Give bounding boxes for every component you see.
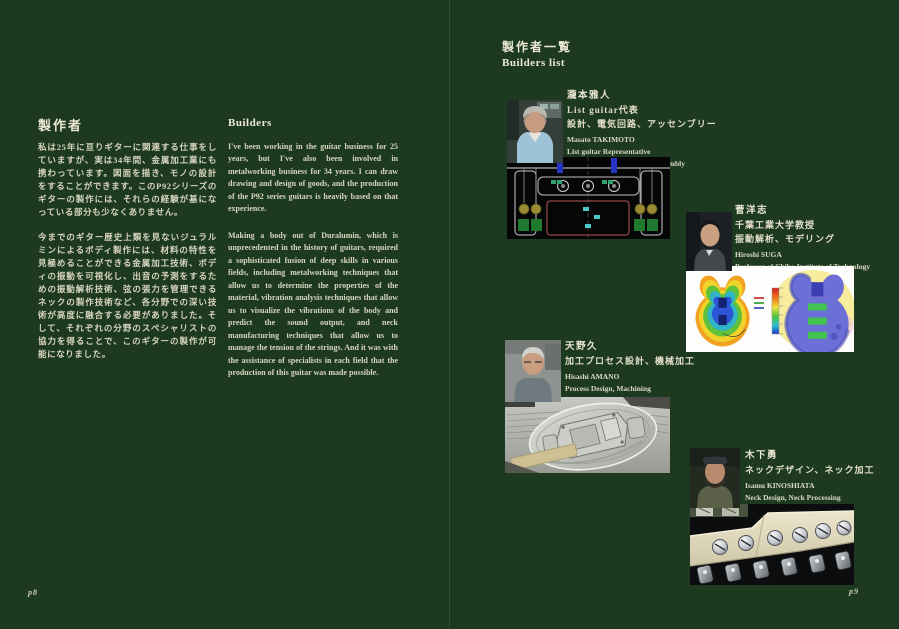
builder-role-jp: 設計、電気回路、アッセンブリー <box>567 117 717 131</box>
builder-name-en: Hiroshi SUGA <box>735 249 870 261</box>
page-gutter-divider <box>449 0 450 629</box>
cnc-machined-aluminum-body-image <box>505 397 670 473</box>
builder-role-jp: ネックデザイン、ネック加工 <box>745 463 874 477</box>
left-page-title-en: Builders <box>228 117 272 129</box>
builders-list-title-en: Builders list <box>502 57 572 69</box>
en-paragraph: I've been working in the guitar business… <box>228 141 398 216</box>
builder-name-jp: 天野久 <box>565 340 695 354</box>
left-japanese-text-column: 私は25年に亘りギターに関連する仕事をしていますが、実は34年間、金属加工業にも… <box>38 141 217 374</box>
portrait-masato-takimoto <box>507 100 563 163</box>
builder-name-jp: 菅洋志 <box>735 204 870 218</box>
builder-name-jp: 木下勇 <box>745 449 874 463</box>
builder-role-jp: 加工プロセス設計、機械加工 <box>565 354 695 368</box>
jp-paragraph: 私は25年に亘りギターに関連する仕事をしていますが、実は34年間、金属加工業にも… <box>38 141 217 218</box>
builders-list-title-jp: 製作者一覧 <box>502 38 572 55</box>
builder-role-jp: 振動解析、モデリング <box>735 232 870 246</box>
guitar-headstock-tuners-image <box>690 504 854 585</box>
builder-role-en: Neck Design, Neck Processing <box>745 492 874 504</box>
builder-name-jp: 瀧本雅人 <box>567 89 717 103</box>
vibration-analysis-heatmap-image <box>686 266 854 352</box>
circuit-board-cad-image <box>507 157 670 239</box>
right-page-number: p9 <box>849 587 859 596</box>
builder-role-jp: List guitar代表 <box>567 103 717 117</box>
right-page-title: 製作者一覧 Builders list <box>502 38 572 69</box>
book-spread: 製作者 私は25年に亘りギターに関連する仕事をしていますが、実は34年間、金属加… <box>0 0 899 629</box>
builder-name-en: Isamu KINOSHIATA <box>745 480 874 492</box>
portrait-hiroshi-suga <box>686 212 732 271</box>
builder-role-en: Process Design, Machining <box>565 383 695 395</box>
builder-info-kinoshiata: 木下勇 ネックデザイン、ネック加工 Isamu KINOSHIATA Neck … <box>745 449 874 504</box>
en-paragraph: Making a body out of Duralumin, which is… <box>228 230 398 380</box>
portrait-isamu-kinoshiata <box>690 448 740 508</box>
left-page-title-jp: 製作者 <box>38 115 83 134</box>
jp-paragraph: 今までのギター歴史上類を見ないジュラルミンによるボディ製作には、材料の特性を見極… <box>38 231 217 360</box>
builder-info-amano: 天野久 加工プロセス設計、機械加工 Hisashi AMANO Process … <box>565 340 695 395</box>
builder-role-jp: 千葉工業大学教授 <box>735 218 870 232</box>
portrait-hisashi-amano <box>505 340 561 402</box>
builder-name-en: Masato TAKIMOTO <box>567 134 717 146</box>
left-page-number: p8 <box>28 588 38 597</box>
left-english-text-column: I've been working in the guitar business… <box>228 141 398 393</box>
builder-name-en: Hisashi AMANO <box>565 371 695 383</box>
